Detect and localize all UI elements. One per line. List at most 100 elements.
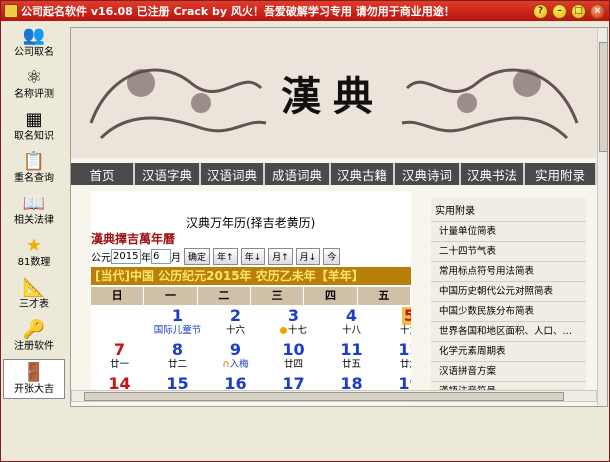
main-browser-pane: 漢典 首页 汉语字典 汉语词典 成语词典 汉典古籍 汉典诗词 汉典书法 实用附录 汉典万年历(… — [70, 27, 608, 407]
lunar-text: 十七 — [287, 325, 307, 336]
month-input[interactable]: 6 — [151, 248, 171, 264]
nav-item-5[interactable]: 汉典诗词 — [395, 163, 461, 185]
month-up-button[interactable]: 月↑ — [268, 247, 293, 265]
book-icon: 📖 — [22, 192, 46, 214]
appendix-item-6[interactable]: 化学元素周期表 — [431, 341, 586, 361]
year-down-button[interactable]: 年↓ — [240, 247, 266, 265]
nav-item-6[interactable]: 汉典书法 — [461, 163, 525, 185]
help-button[interactable]: ? — [533, 3, 548, 19]
day-lunar-label: 廿一 — [91, 359, 148, 371]
appendix-item-5[interactable]: 世界各国和地区面积、人口、… — [431, 321, 586, 341]
weekday-2: 二 — [197, 287, 250, 305]
door-icon: 🚪 — [22, 361, 46, 383]
star-icon: ★ — [25, 234, 43, 256]
lunar-text: 入梅 — [229, 359, 249, 370]
sidebar-item-4[interactable]: 📖 相关法律 — [3, 191, 65, 231]
horizontal-scroll-thumb[interactable] — [84, 392, 564, 401]
day-lunar-label: 廿六 — [381, 359, 411, 371]
nav-item-3[interactable]: 成语词典 — [265, 163, 331, 185]
day-lunar-label: 国际儿童节 — [149, 325, 206, 337]
day-number: 10 — [282, 340, 305, 359]
appendix-item-2[interactable]: 常用标点符号用法简表 — [431, 261, 586, 281]
year-up-button[interactable]: 年↑ — [213, 247, 238, 265]
calendar-day[interactable]: 12廿六 — [381, 341, 411, 375]
nav-item-2[interactable]: 汉语词典 — [201, 163, 265, 185]
banner-title: 漢典 — [281, 73, 385, 120]
calendar-day[interactable]: 4 十八 — [323, 307, 380, 341]
year-suffix-label: 年 — [141, 252, 151, 264]
sidebar-item-label: 81数理 — [17, 257, 51, 268]
day-lunar-label: 十七 — [265, 325, 322, 337]
day-number: 3 — [287, 306, 300, 325]
nav-bar: 首页 汉语字典 汉语词典 成语词典 汉典古籍 汉典诗词 汉典书法 实用附录 — [71, 163, 597, 185]
calendar-day[interactable]: 3 十七 — [265, 307, 322, 341]
appendix-item-7[interactable]: 汉语拼音方案 — [431, 361, 586, 381]
nav-item-4[interactable]: 汉典古籍 — [331, 163, 395, 185]
day-number: 5 — [401, 307, 411, 325]
calendar-day[interactable]: 1 国际儿童节 — [149, 307, 206, 341]
month-down-button[interactable]: 月↓ — [295, 247, 321, 265]
grid-table-icon: ▦ — [25, 108, 43, 130]
calendar-day[interactable]: 9 ∩入梅 — [207, 341, 264, 375]
sidebar-item-1[interactable]: ⚛ 名称评测 — [3, 65, 65, 105]
day-lunar-label: 十八 — [323, 325, 380, 337]
sidebar-item-7[interactable]: 🔑 注册软件 — [3, 317, 65, 357]
confirm-button[interactable]: 确定 — [184, 247, 211, 265]
festival-dot-icon — [279, 327, 287, 334]
lunar-text: 廿六 — [399, 359, 411, 370]
day-number: 1 — [171, 306, 184, 325]
molecule-icon: ⚛ — [25, 66, 43, 88]
sidebar-item-label: 相关法律 — [14, 215, 54, 226]
day-lunar-label: 廿四 — [265, 359, 322, 371]
year-input[interactable]: 2015 — [111, 248, 141, 264]
calendar-day[interactable]: 7 廿一 — [91, 341, 148, 375]
calendar-day[interactable]: 11 廿五 — [323, 341, 380, 375]
sidebar: 👥 公司取名 ⚛ 名称评测 ▦ 取名知识 📋 重名查询 📖 相关法律 ★ 81数理 📐 三才表 🔑 注册软件 🚪… — [1, 21, 69, 461]
lunar-text: 廿一 — [109, 359, 129, 370]
weekday-3: 三 — [250, 287, 304, 305]
day-lunar-label: 廿五 — [323, 359, 380, 371]
calendar-day[interactable]: 8 廿二 — [149, 341, 206, 375]
sidebar-item-3[interactable]: 📋 重名查询 — [3, 149, 65, 189]
appendix-list: 计量单位简表 二十四节气表 常用标点符号用法简表 中国历史朝代公元对照简表 中国少数民族… — [431, 221, 586, 398]
nav-item-0[interactable]: 首页 — [71, 163, 135, 185]
horizontal-scrollbar[interactable] — [71, 390, 597, 402]
sidebar-item-6[interactable]: 📐 三才表 — [3, 275, 65, 315]
close-button[interactable]: × — [590, 3, 605, 19]
vertical-scroll-thumb[interactable] — [599, 42, 607, 152]
lunar-text: 十九 — [399, 325, 411, 336]
sidebar-item-label: 开张大吉 — [14, 384, 54, 395]
sidebar-item-8[interactable]: 🚪 开张大吉 — [3, 359, 65, 399]
today-button[interactable]: 今 — [323, 247, 341, 265]
lunar-text: 廿四 — [283, 359, 303, 370]
appendix-item-0[interactable]: 计量单位简表 — [431, 221, 586, 241]
calendar-day[interactable]: 5十九 — [381, 307, 411, 341]
sidebar-item-5[interactable]: ★ 81数理 — [3, 233, 65, 273]
sidebar-item-label: 重名查询 — [14, 173, 54, 184]
calendar-day[interactable]: 2 十六 — [207, 307, 264, 341]
nav-item-7[interactable]: 实用附录 — [525, 163, 597, 185]
calendar-brand: 漢典擇吉萬年曆 — [91, 232, 176, 246]
sidebar-item-label: 取名知识 — [14, 131, 54, 142]
maximize-button[interactable]: □ — [571, 3, 586, 19]
appendix-item-3[interactable]: 中国历史朝代公元对照简表 — [431, 281, 586, 301]
day-number: 8 — [171, 340, 184, 359]
month-suffix-label: 月 — [171, 252, 181, 264]
lunar-text: 廿二 — [167, 359, 187, 370]
lunar-text: 国际儿童节 — [153, 325, 202, 336]
sidebar-item-0[interactable]: 👥 公司取名 — [3, 23, 65, 63]
title-bar[interactable]: 公司起名软件 v16.08 已注册 Crack by 风火！吾爱破解学习专用 请… — [1, 1, 609, 21]
vertical-scrollbar[interactable] — [597, 28, 607, 406]
weekday-5: 五 — [357, 287, 410, 305]
app-icon — [4, 4, 18, 18]
minimize-button[interactable]: – — [552, 3, 567, 19]
nav-item-1[interactable]: 汉语字典 — [135, 163, 201, 185]
calendar-day[interactable]: 10 廿四 — [265, 341, 322, 375]
appendix-item-1[interactable]: 二十四节气表 — [431, 241, 586, 261]
appendix-item-4[interactable]: 中国少数民族分布简表 — [431, 301, 586, 321]
sidebar-item-2[interactable]: ▦ 取名知识 — [3, 107, 65, 147]
window-title: 公司起名软件 v16.08 已注册 Crack by 风火！吾爱破解学习专用 请… — [21, 5, 455, 18]
sidebar-item-label: 名称评测 — [14, 89, 54, 100]
clipboard-icon: 📋 — [22, 150, 46, 172]
appendix-heading: 实用附录 — [435, 206, 475, 217]
